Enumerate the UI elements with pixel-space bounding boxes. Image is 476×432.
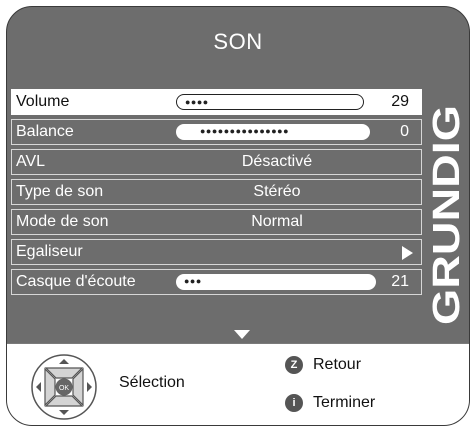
menu-item-balance[interactable]: Balance ●●●●●●●●●●●●●●● 0 (11, 119, 422, 145)
avl-value: Désactivé (241, 153, 313, 170)
sound-mode-value: Normal (251, 213, 303, 230)
menu-title: SON (213, 29, 263, 54)
sound-menu-panel: SON Volume ●●●● 29 Balance ●●●●●●●●●●●●●… (6, 6, 470, 426)
exit-legend: i Terminer (285, 394, 375, 412)
menu-item-label: Type de son (16, 183, 104, 200)
volume-slider[interactable]: ●●●● (176, 94, 364, 110)
volume-value: 29 (391, 93, 409, 110)
menu-item-label: Balance (16, 123, 74, 140)
menu-item-label: Egaliseur (16, 243, 83, 260)
nav-pad-icon: OK (31, 354, 97, 420)
brand-logo-text: GRUNDIG (427, 105, 467, 325)
balance-slider-fill: ●●●●●●●●●●●●●●● (200, 126, 290, 136)
volume-slider-fill: ●●●● (185, 97, 209, 107)
scroll-down-icon[interactable] (234, 330, 250, 339)
menu-item-sound-mode[interactable]: Mode de son Normal (11, 209, 422, 235)
menu-item-headphones[interactable]: Casque d'écoute ●●● 21 (11, 269, 422, 295)
menu-item-volume[interactable]: Volume ●●●● 29 (11, 89, 422, 115)
back-legend: Z Retour (285, 356, 361, 374)
info-key-icon: i (285, 394, 303, 412)
ok-key-label: OK (59, 385, 69, 392)
grundig-logo-icon: GRUNDIG (426, 105, 468, 325)
sound-type-value: Stéréo (253, 183, 301, 200)
menu-item-label: Casque d'écoute (16, 273, 136, 290)
headphones-slider[interactable]: ●●● (176, 274, 376, 290)
chevron-right-icon (402, 246, 413, 260)
balance-value: 0 (400, 123, 409, 140)
back-label: Retour (313, 356, 362, 373)
exit-label: Terminer (313, 394, 376, 411)
menu-item-label: AVL (16, 153, 46, 170)
select-label: Sélection (119, 374, 185, 391)
menu-item-sound-type[interactable]: Type de son Stéréo (11, 179, 422, 205)
menu-item-label: Volume (16, 93, 70, 110)
back-key-icon: Z (285, 356, 303, 374)
menu-item-avl[interactable]: AVL Désactivé (11, 149, 422, 175)
menu-item-label: Mode de son (16, 213, 109, 230)
menu-item-equalizer[interactable]: Egaliseur (11, 239, 422, 265)
headphones-slider-fill: ●●● (184, 276, 202, 286)
button-legend: OK Sélection Z Retour i Terminer (7, 343, 469, 425)
headphones-value: 21 (391, 273, 409, 290)
balance-slider[interactable]: ●●●●●●●●●●●●●●● (176, 124, 370, 140)
brand-logo: GRUNDIG (426, 103, 468, 327)
